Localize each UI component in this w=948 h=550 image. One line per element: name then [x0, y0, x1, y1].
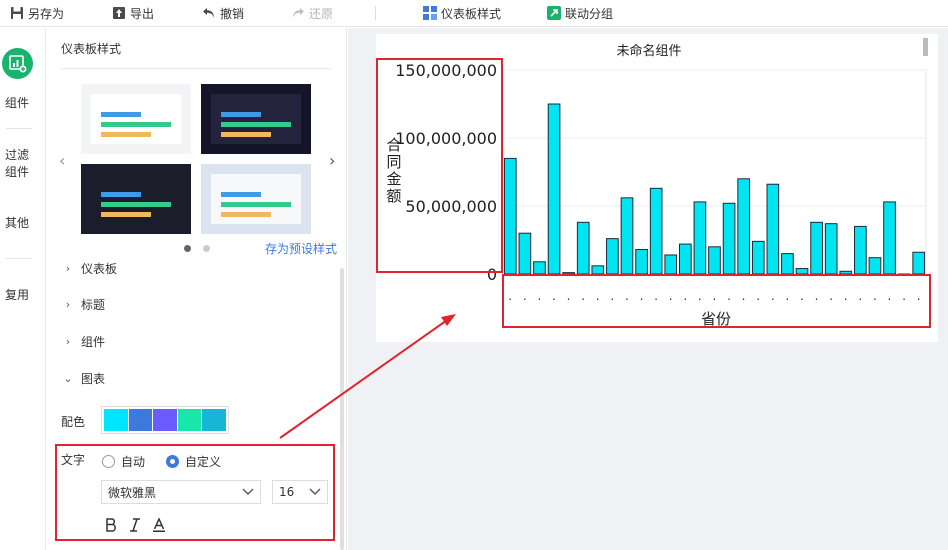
annotation-arrow: [279, 314, 456, 439]
